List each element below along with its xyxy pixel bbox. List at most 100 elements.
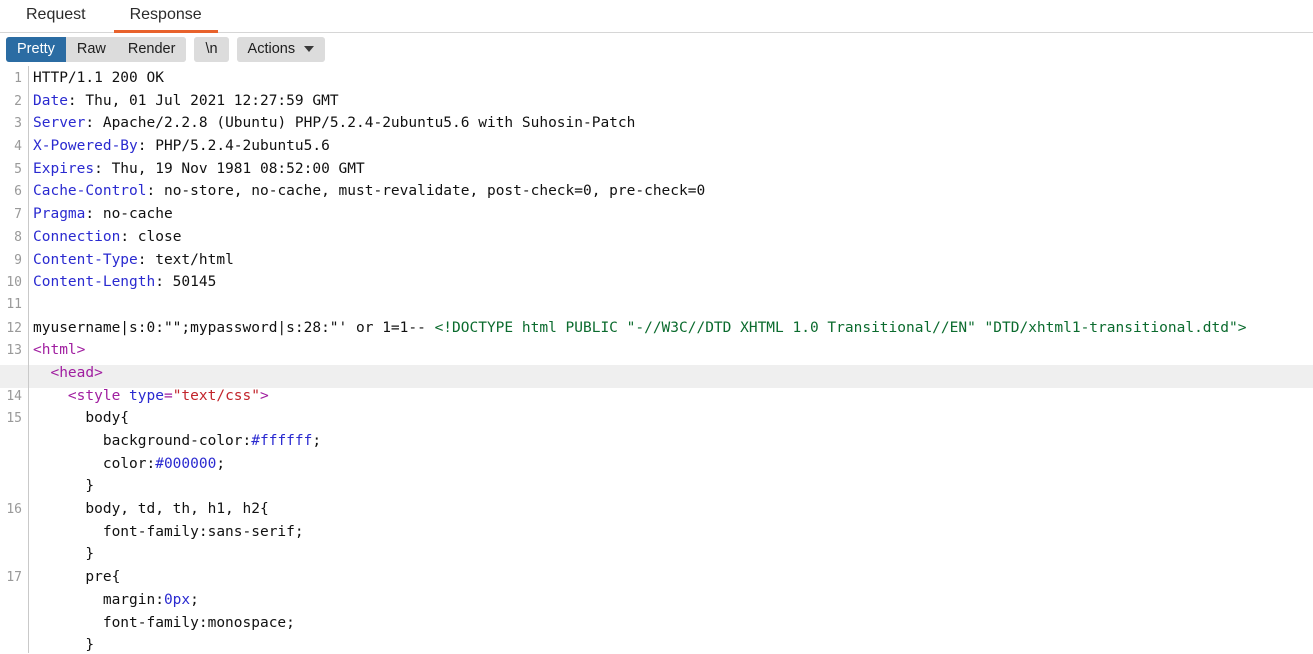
token-plain: } <box>33 637 95 653</box>
line-text: Content-Type: text/html <box>28 252 234 268</box>
token-plain: : Thu, 01 Jul 2021 12:27:59 GMT <box>67 92 339 109</box>
code-line[interactable]: margin:0px; <box>0 592 1313 615</box>
tab-request[interactable]: Request <box>4 0 108 32</box>
token-plain: : Apache/2.2.8 (Ubuntu) PHP/5.2.4-2ubunt… <box>85 115 636 132</box>
code-line[interactable]: 8 Connection: close <box>0 229 1313 252</box>
token-plain: margin: <box>33 591 164 608</box>
gutter-divider <box>28 66 29 653</box>
line-text: margin:0px; <box>28 592 199 608</box>
token-hdr-name: Server <box>33 115 86 132</box>
token-tag: <html> <box>33 342 86 359</box>
code-line[interactable]: 15 body{ <box>0 410 1313 433</box>
token-attrval: "text/css" <box>172 387 260 404</box>
code-line[interactable]: } <box>0 637 1313 653</box>
line-text: Date: Thu, 01 Jul 2021 12:27:59 GMT <box>28 93 339 109</box>
show-newlines-button[interactable]: \n <box>194 37 229 62</box>
line-number: 14 <box>6 388 22 404</box>
code-line[interactable]: 17 pre{ <box>0 569 1313 592</box>
line-number: 11 <box>6 296 22 312</box>
code-line[interactable]: 3 Server: Apache/2.2.8 (Ubuntu) PHP/5.2.4… <box>0 115 1313 138</box>
line-number: 16 <box>6 502 22 518</box>
code-line[interactable]: font-family:sans-serif; <box>0 524 1313 547</box>
code-line[interactable]: color:#000000; <box>0 456 1313 479</box>
token-hdr-name: Pragma <box>33 206 86 223</box>
token-plain: : close <box>120 228 182 245</box>
line-number: 6 <box>14 184 22 200</box>
token-plain: } <box>33 546 95 563</box>
line-text: Cache-Control: no-store, no-cache, must-… <box>28 183 705 199</box>
chevron-down-icon <box>304 45 315 52</box>
tab-response[interactable]: Response <box>108 0 224 33</box>
pretty-button[interactable]: Pretty <box>6 37 66 62</box>
token-hdr-name: Content-Length <box>33 274 156 291</box>
token-plain: myusername|s:0:"";mypassword|s:28:"' or … <box>33 319 435 336</box>
line-number: 15 <box>6 411 22 427</box>
line-number: 13 <box>6 343 22 359</box>
viewer-toolbar: Pretty Raw Render \n Actions <box>0 33 1313 66</box>
code-line[interactable]: 10 Content-Length: 50145 <box>0 274 1313 297</box>
line-text: Server: Apache/2.2.8 (Ubuntu) PHP/5.2.4-… <box>28 115 635 131</box>
render-button[interactable]: Render <box>116 37 187 62</box>
token-plain: : Thu, 19 Nov 1981 08:52:00 GMT <box>94 160 365 177</box>
code-line[interactable]: 6 Cache-Control: no-store, no-cache, must… <box>0 183 1313 206</box>
line-text: HTTP/1.1 200 OK <box>28 70 164 86</box>
token-hdr-name: Content-Type <box>33 251 138 268</box>
actions-button[interactable]: Actions <box>236 37 326 62</box>
line-number: 4 <box>14 139 22 155</box>
line-text: Connection: close <box>28 229 181 245</box>
code-line[interactable]: 5 Expires: Thu, 19 Nov 1981 08:52:00 GMT <box>0 161 1313 184</box>
code-line[interactable]: 16 body, td, th, h1, h2{ <box>0 501 1313 524</box>
code-line[interactable]: } <box>0 546 1313 569</box>
code-line[interactable]: 7 Pragma: no-cache <box>0 206 1313 229</box>
code-line[interactable]: 12 myusername|s:0:"";mypassword|s:28:"' o… <box>0 320 1313 343</box>
token-plain: : PHP/5.2.4-2ubuntu5.6 <box>137 138 330 155</box>
code-line[interactable]: 2 Date: Thu, 01 Jul 2021 12:27:59 GMT <box>0 93 1313 116</box>
token-cssval: 0px <box>163 591 191 608</box>
token-plain: ; <box>312 433 322 449</box>
line-number: 2 <box>14 93 22 109</box>
token-plain: ; <box>190 591 199 608</box>
token-plain: body, td, th, h1, h2{ <box>33 501 269 518</box>
token-hdr-name: Expires <box>33 160 95 177</box>
code-line[interactable]: 1 HTTP/1.1 200 OK <box>0 70 1313 93</box>
token-plain: pre{ <box>33 569 121 586</box>
line-text: <style type="text/css"> <box>28 388 269 404</box>
token-plain: ; <box>216 455 226 472</box>
code-line[interactable]: 4 X-Powered-By: PHP/5.2.4-2ubuntu5.6 <box>0 138 1313 161</box>
line-number: 3 <box>14 116 22 132</box>
line-number: 9 <box>14 252 22 268</box>
code-line[interactable]: 11 <box>0 297 1313 320</box>
code-line[interactable]: 9 Content-Type: text/html <box>0 252 1313 275</box>
token-attr: type <box>129 387 164 404</box>
line-text: body{ <box>28 410 129 426</box>
token-plain: : no-cache <box>85 206 173 223</box>
token-plain: font-family:monospace; <box>33 614 295 631</box>
line-text: color:#000000; <box>28 456 225 472</box>
code-line[interactable]: 13 <html> <box>0 342 1313 365</box>
line-text: pre{ <box>28 569 120 585</box>
raw-button[interactable]: Raw <box>65 37 117 62</box>
code-line[interactable]: font-family:monospace; <box>0 615 1313 638</box>
token-cssval: #000000 <box>155 455 217 472</box>
code-line[interactable]: background-color:#ffffff; <box>0 433 1313 456</box>
line-text: body, td, th, h1, h2{ <box>28 501 269 518</box>
token-cssval: #ffffff <box>251 433 313 449</box>
token-plain: body{ <box>33 410 130 427</box>
token-plain: : no-store, no-cache, must-revalidate, p… <box>146 183 706 200</box>
token-tag: = <box>163 387 173 404</box>
token-hdr-name: Date <box>33 92 68 109</box>
view-mode-group: Pretty Raw Render <box>6 37 187 62</box>
code-line[interactable]: <head> <box>0 364 1313 388</box>
line-text: font-family:monospace; <box>28 615 295 631</box>
line-text: myusername|s:0:"";mypassword|s:28:"' or … <box>28 320 1246 336</box>
line-text: <head> <box>28 365 102 381</box>
line-text: font-family:sans-serif; <box>28 524 304 540</box>
line-text: } <box>28 478 94 494</box>
actions-group: Actions <box>236 37 326 62</box>
token-plain: color: <box>33 455 156 472</box>
code-line[interactable]: } <box>0 478 1313 501</box>
line-text: background-color:#ffffff; <box>28 433 321 449</box>
line-number: 5 <box>14 161 22 177</box>
response-body-viewer[interactable]: 1 HTTP/1.1 200 OK 2 Date: Thu, 01 Jul 2021 … <box>0 66 1313 653</box>
code-line[interactable]: 14 <style type="text/css"> <box>0 388 1313 411</box>
